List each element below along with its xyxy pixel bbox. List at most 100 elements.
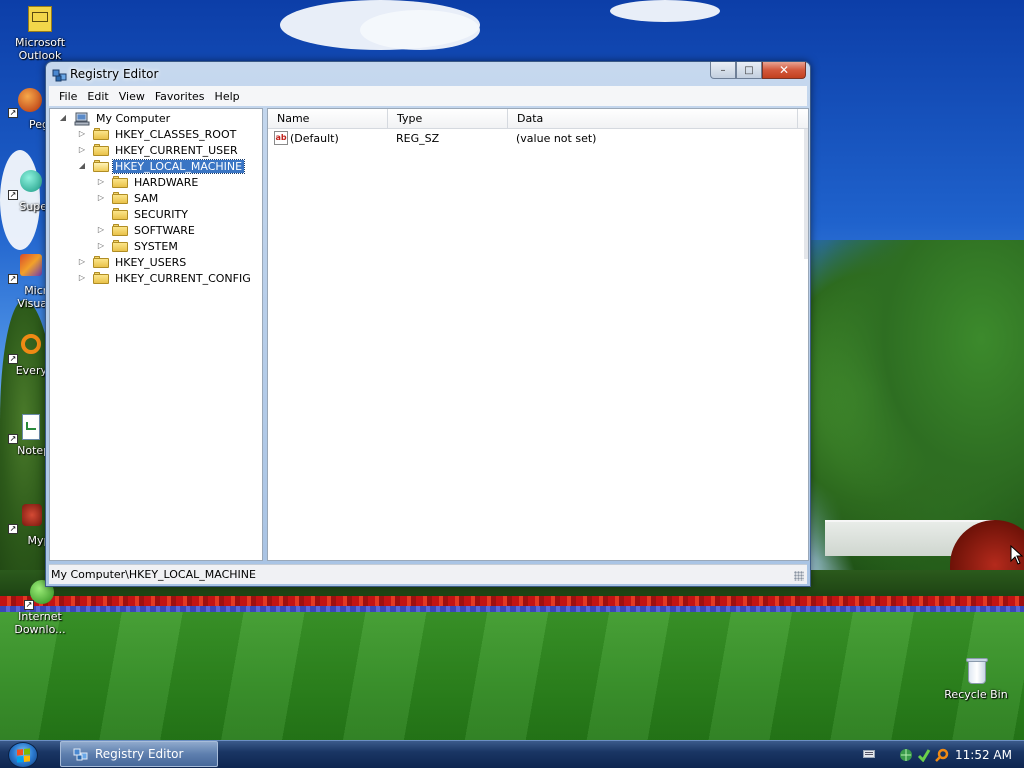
- shortcut-arrow-icon: ↗: [8, 108, 18, 118]
- folder-icon: [112, 176, 128, 188]
- value-type: REG_SZ: [396, 131, 440, 145]
- folder-icon: [112, 208, 128, 220]
- maximize-icon: □: [744, 64, 754, 76]
- desktop-icon-label: Microsoft Outlook: [14, 36, 66, 62]
- values-list[interactable]: Name Type Data ab (Default) REG_SZ (valu…: [267, 108, 809, 561]
- string-value-icon: ab: [274, 131, 288, 145]
- shortcut-arrow-icon: ↗: [8, 354, 18, 364]
- column-header-name[interactable]: Name: [268, 109, 388, 129]
- tree-node-label: HKEY_USERS: [115, 255, 187, 269]
- column-header-label: Name: [277, 112, 310, 125]
- folder-icon: [112, 192, 128, 204]
- keyboard-icon[interactable]: [863, 748, 877, 762]
- tree-node-system[interactable]: ▷ SYSTEM: [96, 238, 180, 254]
- windows-logo-icon: [17, 748, 30, 763]
- tree-node-label: HKEY_LOCAL_MACHINE: [111, 158, 246, 174]
- expand-icon[interactable]: ▷: [96, 177, 106, 187]
- tree-node-label: SAM: [134, 191, 159, 205]
- expand-icon[interactable]: ▷: [96, 225, 106, 235]
- value-row[interactable]: ab (Default): [274, 130, 339, 146]
- tree-node-label: HKEY_CURRENT_CONFIG: [115, 271, 251, 285]
- app-icon: ↗: [8, 502, 42, 534]
- collapse-icon[interactable]: ◢: [77, 161, 87, 171]
- open-folder-icon: [93, 160, 109, 172]
- collapse-icon[interactable]: ◢: [58, 113, 68, 123]
- tree-node-hkey-classes-root[interactable]: ▷ HKEY_CLASSES_ROOT: [77, 126, 238, 142]
- tree-node-label: SECURITY: [134, 207, 188, 221]
- folder-icon: [93, 272, 109, 284]
- start-button[interactable]: [8, 742, 38, 768]
- maximize-button[interactable]: □: [736, 62, 762, 79]
- menu-file[interactable]: File: [54, 90, 82, 103]
- folder-icon: [93, 144, 109, 156]
- computer-icon: [74, 112, 90, 126]
- taskbar-button-registry-editor[interactable]: Registry Editor: [60, 741, 218, 767]
- taskbar-button-label: Registry Editor: [95, 747, 184, 761]
- tree-node-software[interactable]: ▷ SOFTWARE: [96, 222, 197, 238]
- update-icon[interactable]: [917, 748, 931, 763]
- menu-view[interactable]: View: [114, 90, 150, 103]
- cloud: [360, 10, 480, 50]
- registry-editor-window[interactable]: Registry Editor – □ ✕ File Edit View Fav…: [45, 61, 811, 587]
- shortcut-arrow-icon: ↗: [8, 524, 18, 534]
- tree-node-hkey-current-user[interactable]: ▷ HKEY_CURRENT_USER: [77, 142, 240, 158]
- desktop-icon-label: Internet Downlo...: [14, 610, 66, 636]
- menu-bar: File Edit View Favorites Help: [49, 86, 807, 106]
- expand-icon[interactable]: ▷: [77, 273, 87, 283]
- minimize-button[interactable]: –: [710, 62, 736, 79]
- folder-icon: [93, 256, 109, 268]
- expand-icon[interactable]: ▷: [77, 145, 87, 155]
- desktop-icon-outlook[interactable]: Microsoft Outlook: [2, 4, 78, 62]
- lawn: [0, 612, 1024, 740]
- tree-node-security[interactable]: SECURITY: [96, 206, 190, 222]
- status-bar: My Computer\HKEY_LOCAL_MACHINE: [49, 564, 807, 584]
- column-header-label: Data: [517, 112, 544, 125]
- tree-node-sam[interactable]: ▷ SAM: [96, 190, 160, 206]
- menu-edit[interactable]: Edit: [82, 90, 113, 103]
- registry-tree[interactable]: ◢ My Computer ▷ HKEY_CLASSES_ROOT ▷ HKEY…: [49, 108, 263, 561]
- tree-node-label: My Computer: [96, 111, 171, 125]
- notepad-icon: ↗: [8, 412, 40, 444]
- tree-node-hkey-local-machine[interactable]: ◢ HKEY_LOCAL_MACHINE: [77, 158, 246, 174]
- value-name: (Default): [290, 131, 339, 145]
- resize-grip-icon[interactable]: [794, 571, 804, 581]
- app-icon: ↗: [8, 252, 42, 284]
- scrollbar-edge[interactable]: [804, 129, 808, 259]
- regedit-icon: [73, 746, 89, 762]
- expand-icon[interactable]: ▷: [77, 257, 87, 267]
- system-tray: 11:52 AM: [863, 741, 1024, 769]
- search-icon: ↗: [8, 332, 41, 364]
- caption-buttons: – □ ✕: [710, 62, 806, 80]
- close-button[interactable]: ✕: [762, 62, 806, 79]
- clock[interactable]: 11:52 AM: [955, 748, 1012, 762]
- column-header-label: Type: [397, 112, 423, 125]
- shortcut-arrow-icon: ↗: [8, 274, 18, 284]
- desktop-icon-recycle-bin[interactable]: Recycle Bin: [938, 656, 1014, 701]
- desktop-icon-label: Recycle Bin: [944, 688, 1008, 701]
- tree-node-my-computer[interactable]: ◢ My Computer: [58, 110, 172, 126]
- folder-icon: [93, 128, 109, 140]
- expand-icon[interactable]: ▷: [96, 193, 106, 203]
- menu-favorites[interactable]: Favorites: [150, 90, 210, 103]
- shortcut-arrow-icon: ↗: [8, 434, 18, 444]
- expand-icon[interactable]: ▷: [96, 241, 106, 251]
- taskbar: Registry Editor 11:52 AM: [0, 740, 1024, 768]
- shortcut-arrow-icon: ↗: [24, 600, 34, 610]
- mouse-cursor-icon: [1010, 545, 1024, 565]
- status-path: My Computer\HKEY_LOCAL_MACHINE: [51, 568, 256, 581]
- network-icon[interactable]: [899, 748, 913, 762]
- folder-icon: [112, 240, 128, 252]
- search-tray-icon[interactable]: [935, 748, 949, 762]
- tree-node-label: SYSTEM: [134, 239, 178, 253]
- tree-node-hkey-current-config[interactable]: ▷ HKEY_CURRENT_CONFIG: [77, 270, 253, 286]
- column-header-type[interactable]: Type: [388, 109, 508, 129]
- recycle-bin-icon: [960, 656, 992, 688]
- expand-icon[interactable]: ▷: [77, 129, 87, 139]
- value-data-cell: (value not set): [516, 130, 596, 146]
- tree-node-hkey-users[interactable]: ▷ HKEY_USERS: [77, 254, 188, 270]
- title-bar[interactable]: Registry Editor – □ ✕: [46, 62, 810, 86]
- tree-node-hardware[interactable]: ▷ HARDWARE: [96, 174, 200, 190]
- menu-help[interactable]: Help: [210, 90, 245, 103]
- column-header-data[interactable]: Data: [508, 109, 798, 129]
